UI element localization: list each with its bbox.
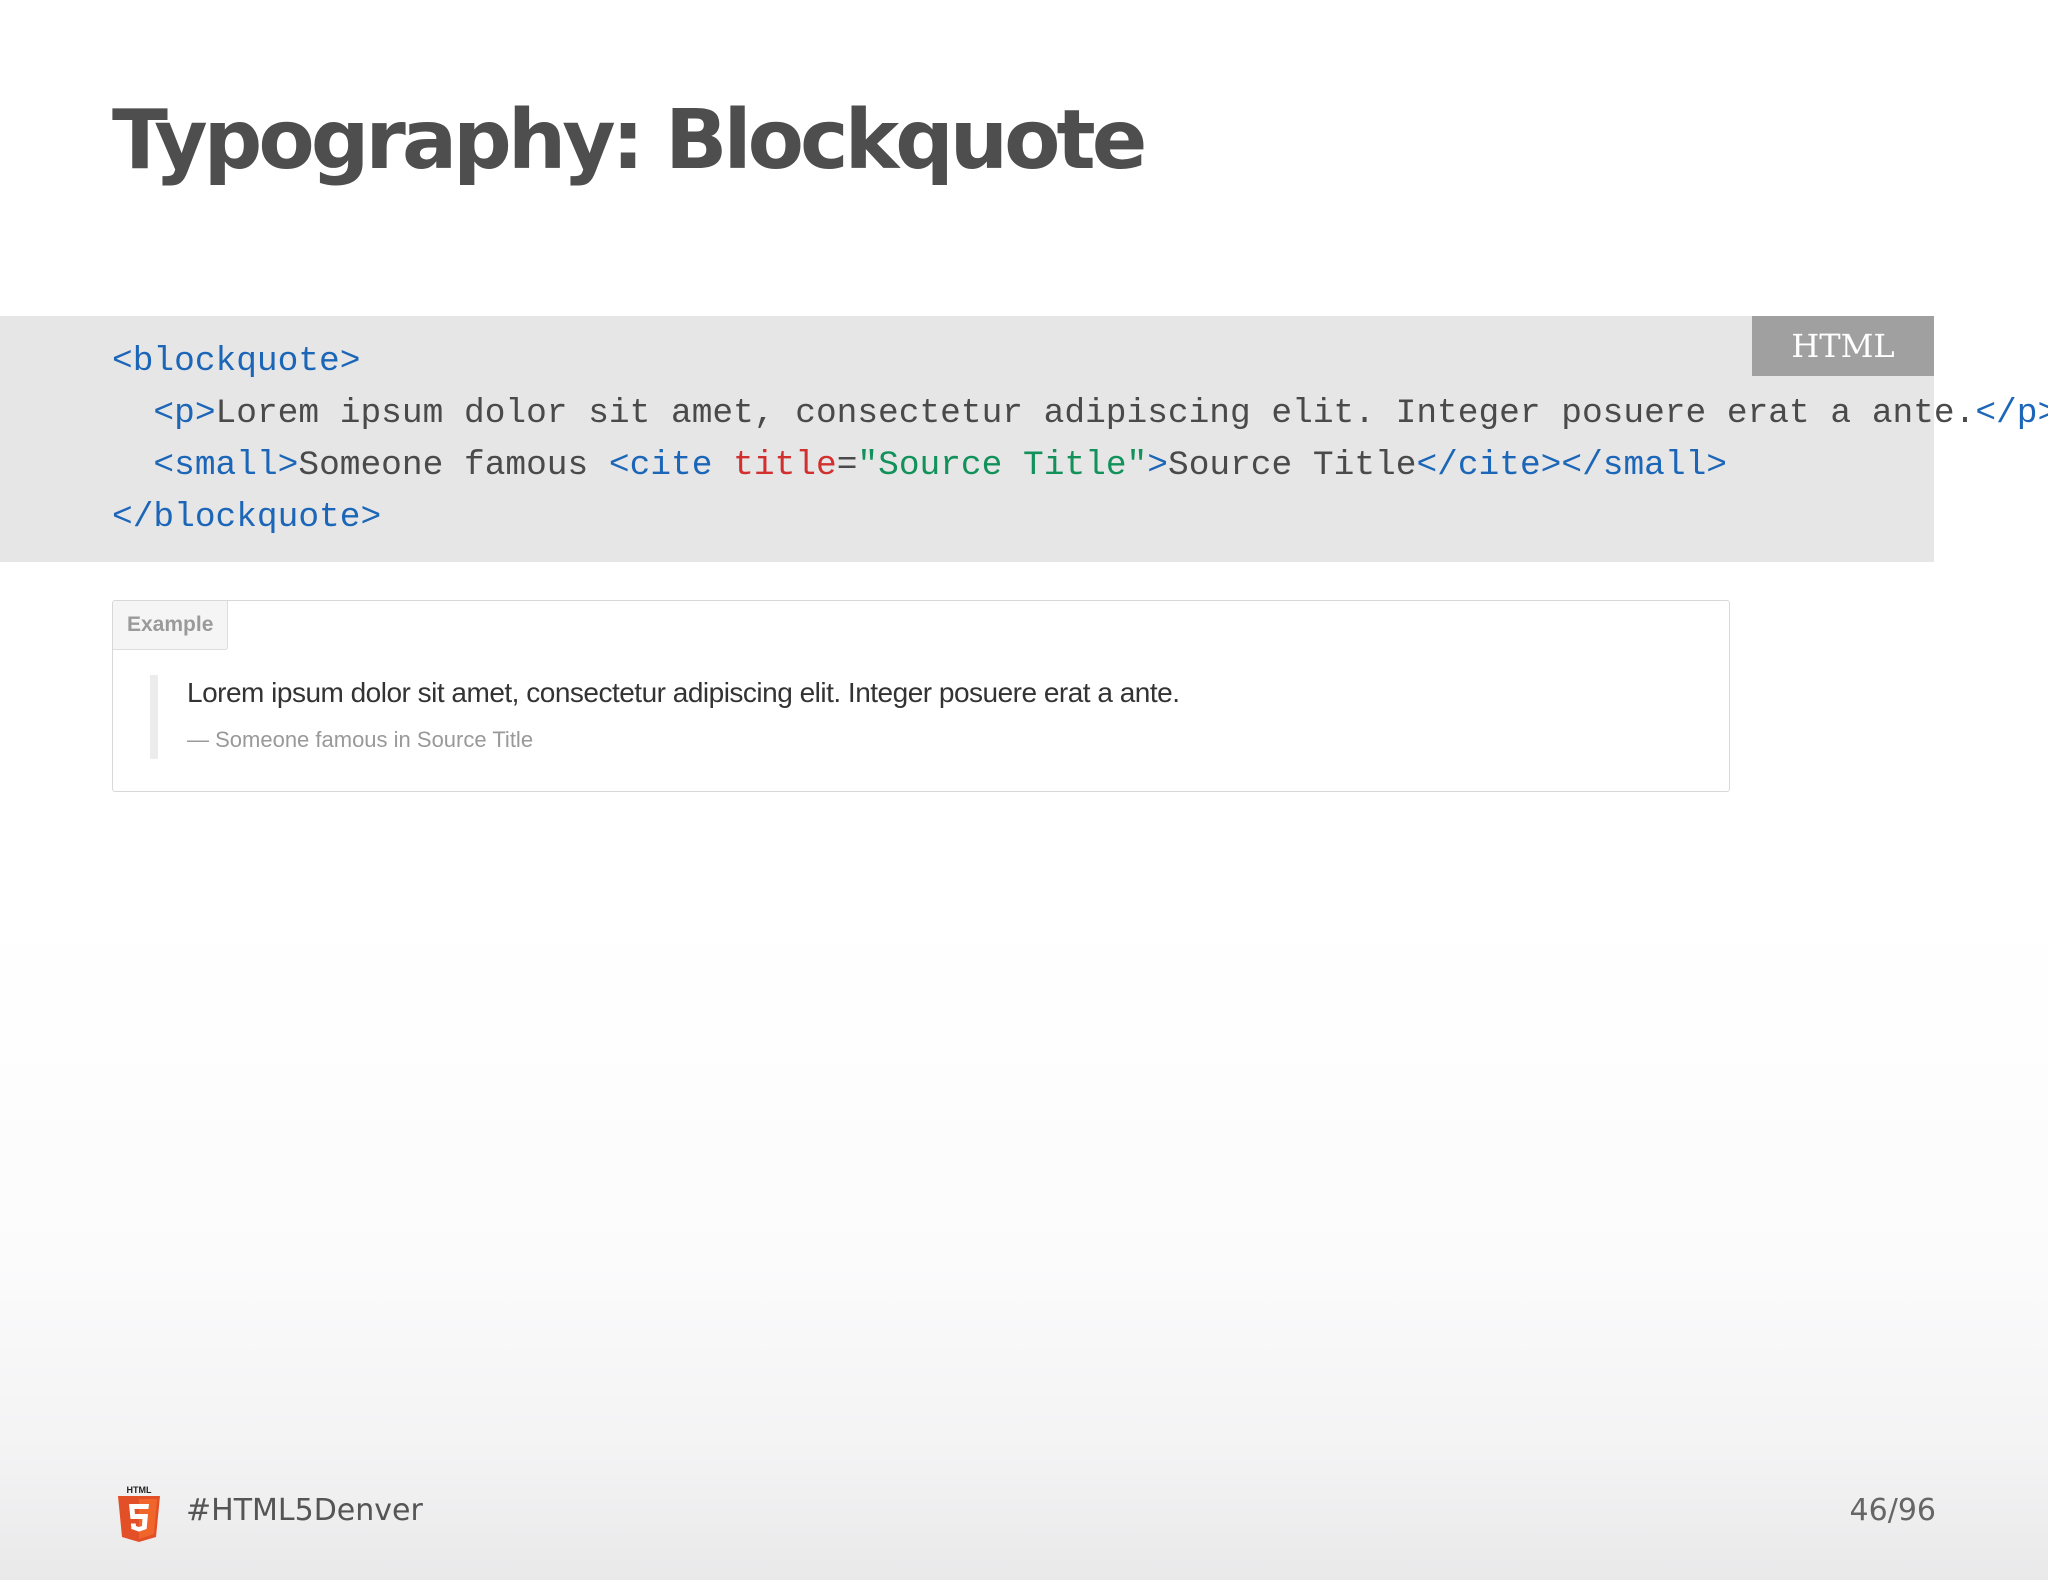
code-token: </p> [1975,394,2048,433]
code-line-4: </blockquote> [112,492,2048,544]
example-blockquote: Lorem ipsum dolor sit amet, consectetur … [150,675,1670,759]
code-line-1: <blockquote> [112,336,2048,388]
code-token: <small> [153,446,299,485]
code-token: Someone famous [298,446,609,485]
code-token: = [836,446,858,485]
code-token: <blockquote> [112,342,361,381]
code-lines: <blockquote> <p>Lorem ipsum dolor sit am… [112,336,2048,544]
html5-shield-icon: HTML [118,1485,160,1542]
html5-logo-label: HTML [127,1485,152,1495]
slide: Typography: Blockquote HTML <blockquote>… [0,0,2048,1580]
code-line-3: <small>Someone famous <cite title="Sourc… [112,440,2048,492]
blockquote-text: Lorem ipsum dolor sit amet, consectetur … [187,677,1180,708]
code-block: HTML <blockquote> <p>Lorem ipsum dolor s… [0,316,2048,562]
slide-title: Typography: Blockquote [112,93,1147,188]
blockquote-citation: — Someone famous in Source Title [187,727,534,752]
code-token: </cite></small> [1416,446,1727,485]
code-token: "Source Title" [857,446,1148,485]
page-counter: 46/96 [1849,1493,1936,1528]
code-line-2: <p>Lorem ipsum dolor sit amet, consectet… [112,388,2048,440]
code-token: > [1147,446,1168,485]
code-token: <cite [608,446,734,485]
example-box: Example Lorem ipsum dolor sit amet, cons… [112,600,1730,792]
code-token: title [733,446,837,485]
code-token: </blockquote> [112,498,382,537]
code-token: Lorem ipsum dolor sit amet, consectetur … [215,394,1976,433]
code-token: <p> [153,394,216,433]
code-token: Source Title [1167,446,1417,485]
example-tab-label: Example [113,601,229,650]
footer-hashtag: #HTML5Denver [186,1493,423,1528]
